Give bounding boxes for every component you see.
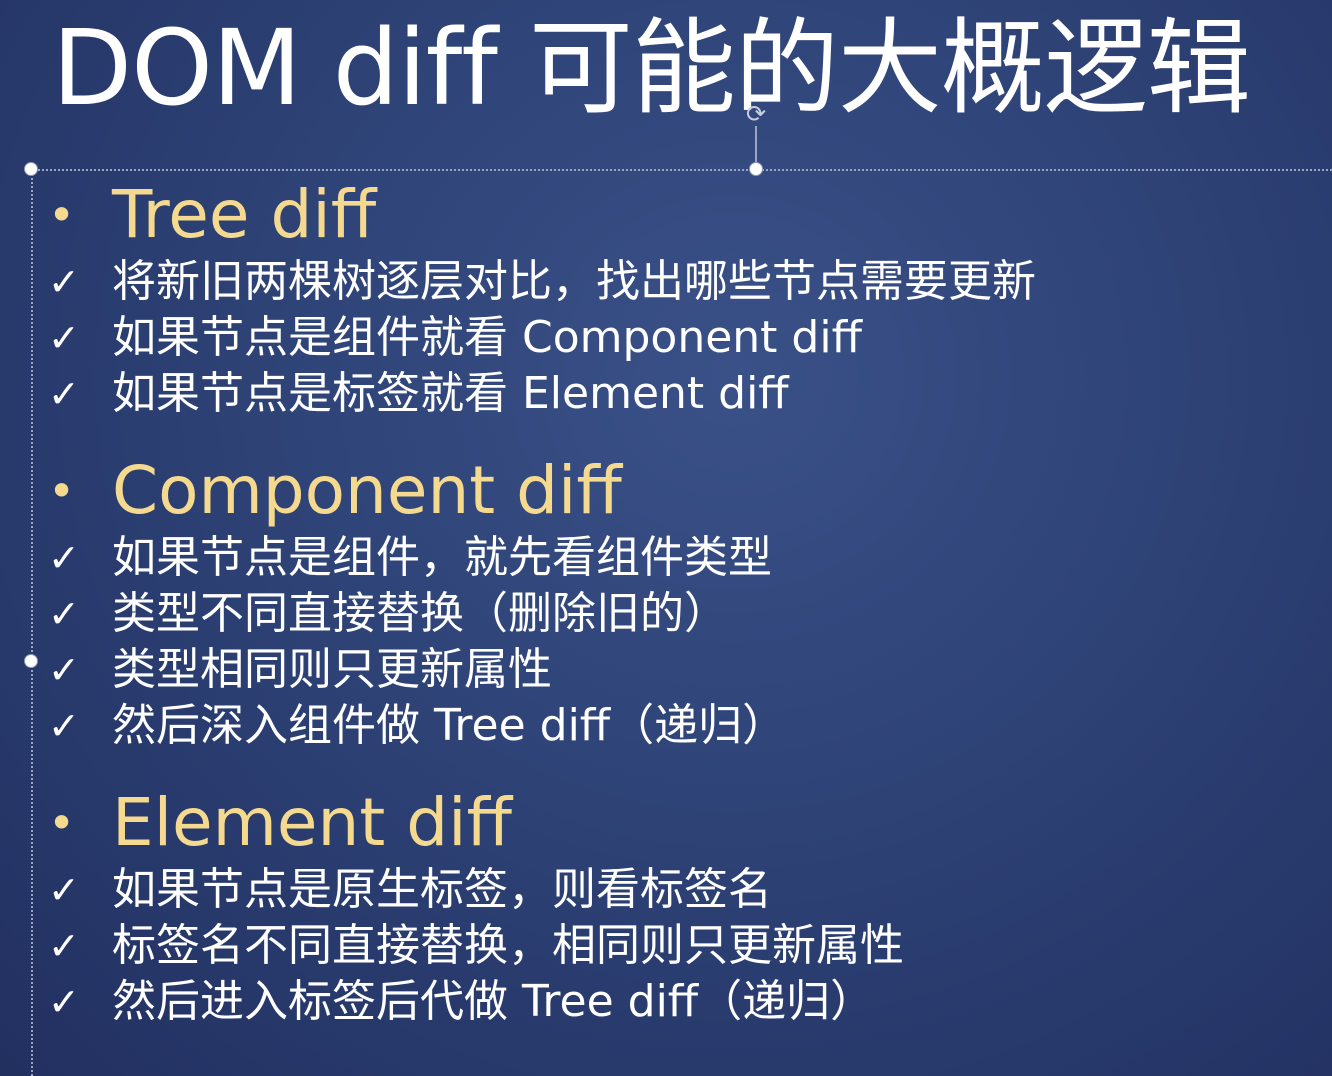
rotate-handle-stem (755, 126, 757, 164)
item-text: 标签名不同直接替换，相同则只更新属性 (112, 920, 904, 971)
list-item: ✓ 将新旧两棵树逐层对比，找出哪些节点需要更新 (48, 254, 1318, 310)
selection-border-left (31, 169, 33, 1076)
heading-text: Component diff (112, 452, 622, 529)
heading-text: Tree diff (112, 176, 377, 253)
item-text: 然后深入组件做 Tree diff（递归） (112, 700, 787, 751)
checkmark-icon: ✓ (48, 536, 80, 580)
checkmark-icon: ✓ (48, 648, 80, 692)
item-text: 类型相同则只更新属性 (112, 644, 552, 695)
rotate-icon[interactable]: ⟳ (742, 100, 770, 128)
checkmark-icon: ✓ (48, 704, 80, 748)
list-item: ✓ 然后深入组件做 Tree diff（递归） (48, 698, 1318, 754)
resize-handle-top-middle[interactable] (749, 162, 763, 176)
bullet-icon: • (48, 796, 76, 850)
section-component-diff: • Component diff ✓ 如果节点是组件，就先看组件类型 ✓ 类型不… (48, 452, 1318, 754)
resize-handle-top-left[interactable] (24, 162, 38, 176)
list-item: ✓ 如果节点是原生标签，则看标签名 (48, 862, 1318, 918)
checkmark-icon: ✓ (48, 924, 80, 968)
list-item: ✓ 如果节点是组件，就先看组件类型 (48, 530, 1318, 586)
checkmark-icon: ✓ (48, 260, 80, 304)
section-heading: • Component diff (48, 452, 1318, 530)
item-list: ✓ 如果节点是原生标签，则看标签名 ✓ 标签名不同直接替换，相同则只更新属性 ✓… (48, 862, 1318, 1030)
section-heading: • Element diff (48, 784, 1318, 862)
list-item: ✓ 如果节点是组件就看 Component diff (48, 310, 1318, 366)
heading-text: Element diff (112, 784, 512, 861)
checkmark-icon: ✓ (48, 980, 80, 1024)
section-heading: • Tree diff (48, 176, 1318, 254)
checkmark-icon: ✓ (48, 316, 80, 360)
slide-canvas: DOM diff 可能的大概逻辑 ⟳ • Tree diff ✓ 将新旧两棵树逐… (0, 0, 1332, 1076)
checkmark-icon: ✓ (48, 592, 80, 636)
resize-handle-middle-left[interactable] (24, 654, 38, 668)
item-text: 类型不同直接替换（删除旧的） (112, 588, 728, 639)
list-item: ✓ 如果节点是标签就看 Element diff (48, 366, 1318, 422)
content-textbox[interactable]: • Tree diff ✓ 将新旧两棵树逐层对比，找出哪些节点需要更新 ✓ 如果… (48, 176, 1318, 1030)
item-text: 如果节点是组件，就先看组件类型 (112, 532, 772, 583)
selection-border-top (31, 169, 1332, 171)
section-element-diff: • Element diff ✓ 如果节点是原生标签，则看标签名 ✓ 标签名不同… (48, 784, 1318, 1030)
item-list: ✓ 如果节点是组件，就先看组件类型 ✓ 类型不同直接替换（删除旧的） ✓ 类型相… (48, 530, 1318, 754)
bullet-icon: • (48, 464, 76, 518)
item-text: 如果节点是标签就看 Element diff (112, 368, 789, 419)
list-item: ✓ 类型相同则只更新属性 (48, 642, 1318, 698)
checkmark-icon: ✓ (48, 868, 80, 912)
checkmark-icon: ✓ (48, 372, 80, 416)
list-item: ✓ 类型不同直接替换（删除旧的） (48, 586, 1318, 642)
list-item: ✓ 然后进入标签后代做 Tree diff（递归） (48, 974, 1318, 1030)
item-list: ✓ 将新旧两棵树逐层对比，找出哪些节点需要更新 ✓ 如果节点是组件就看 Comp… (48, 254, 1318, 422)
item-text: 然后进入标签后代做 Tree diff（递归） (112, 976, 875, 1027)
bullet-icon: • (48, 188, 76, 242)
slide-title[interactable]: DOM diff 可能的大概逻辑 (52, 8, 1251, 128)
section-tree-diff: • Tree diff ✓ 将新旧两棵树逐层对比，找出哪些节点需要更新 ✓ 如果… (48, 176, 1318, 422)
item-text: 如果节点是原生标签，则看标签名 (112, 864, 772, 915)
item-text: 如果节点是组件就看 Component diff (112, 312, 862, 363)
item-text: 将新旧两棵树逐层对比，找出哪些节点需要更新 (112, 256, 1036, 307)
list-item: ✓ 标签名不同直接替换，相同则只更新属性 (48, 918, 1318, 974)
